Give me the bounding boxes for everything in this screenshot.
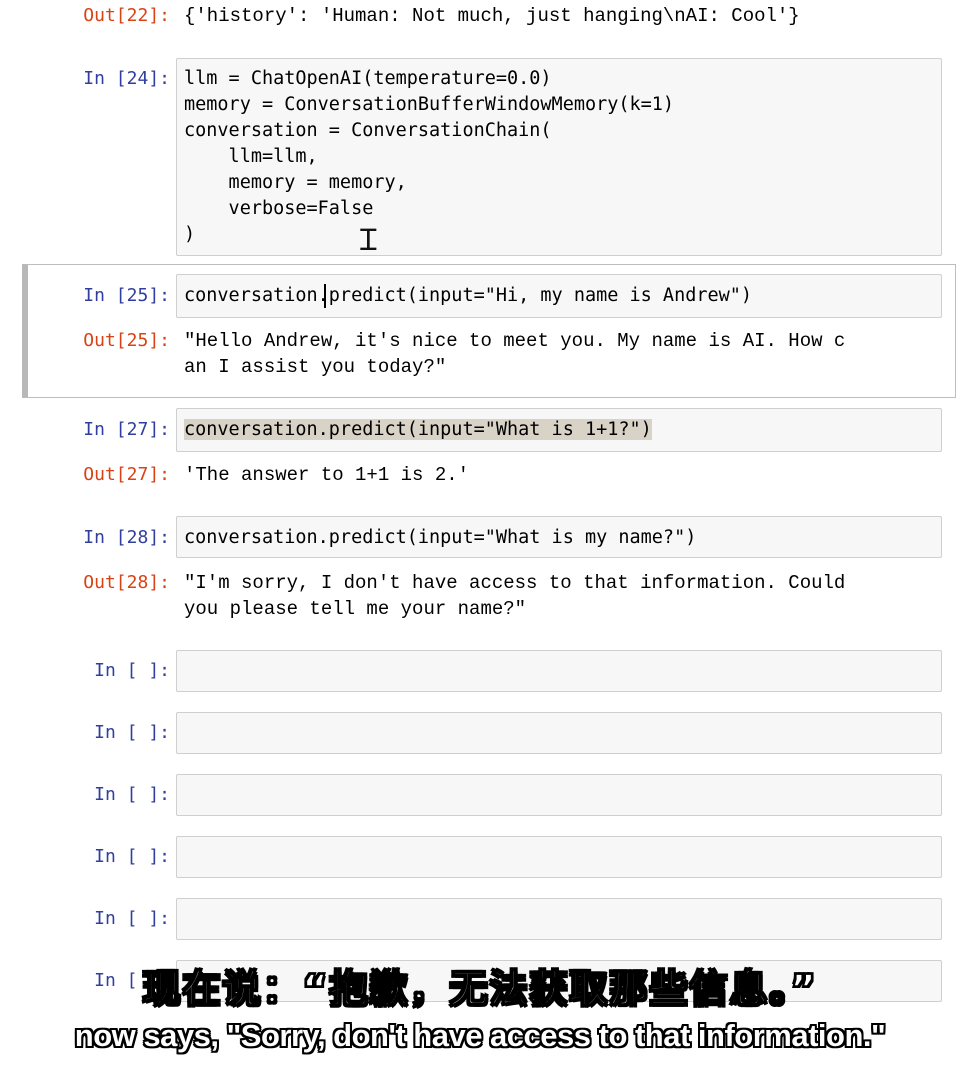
input-prompt: In [28]:: [83, 527, 170, 548]
output-text: an I assist you today?": [184, 356, 447, 378]
input-prompt: In [ ]:: [94, 908, 170, 929]
input-prompt: In [ ]:: [94, 660, 170, 681]
input-prompt: In [25]:: [83, 285, 170, 306]
output-prompt: Out[28]:: [83, 572, 170, 593]
input-prompt: In [24]:: [83, 68, 170, 89]
input-prompt: In [ ]:: [94, 784, 170, 805]
code-line-highlight: conversation.predict(input="What is 1+1?…: [184, 417, 652, 443]
output-prompt: Out[27]:: [83, 464, 170, 485]
code-line: conversation.predict(input="What is 1+1?…: [184, 419, 652, 440]
output-prompt: Out[22]:: [83, 5, 170, 26]
code-editor[interactable]: [176, 836, 942, 878]
code-line: memory = memory,: [184, 172, 407, 193]
output-prompt: Out[25]:: [83, 330, 170, 351]
input-prompt: In [ ]:: [94, 722, 170, 743]
input-prompt: In [27]:: [83, 419, 170, 440]
code-editor[interactable]: [176, 712, 942, 754]
code-line: llm = ChatOpenAI(temperature=0.0): [184, 68, 552, 89]
output-text: "Hello Andrew, it's nice to meet you. My…: [184, 330, 846, 352]
subtitle-chinese: 现在说：“抱歉，无法获取那些信息。”: [142, 966, 818, 1012]
output-text: 'The answer to 1+1 is 2.': [184, 464, 470, 486]
text-cursor-icon: Ɪ: [360, 223, 377, 258]
output-text: {'history': 'Human: Not much, just hangi…: [184, 5, 800, 27]
code-line: llm=llm,: [184, 146, 318, 167]
output-text: you please tell me your name?": [184, 598, 527, 620]
code-editor[interactable]: [176, 774, 942, 816]
subtitle-english: now says, "Sorry, don't have access to t…: [74, 1018, 886, 1053]
code-line: memory = ConversationBufferWindowMemory(…: [184, 94, 675, 115]
input-prompt: In [ ]:: [94, 846, 170, 867]
output-text: "I'm sorry, I don't have access to that …: [184, 572, 846, 594]
code-line: conversation.predict(input="What is my n…: [184, 527, 697, 548]
code-line: ): [184, 224, 196, 245]
code-line: conversation = ConversationChain(: [184, 120, 552, 141]
text-caret: [324, 284, 326, 308]
code-editor[interactable]: [176, 898, 942, 940]
code-line: verbose=False: [184, 198, 374, 219]
code-editor[interactable]: [176, 650, 942, 692]
code-line: conversation.predict(input="Hi, my name …: [184, 285, 753, 306]
